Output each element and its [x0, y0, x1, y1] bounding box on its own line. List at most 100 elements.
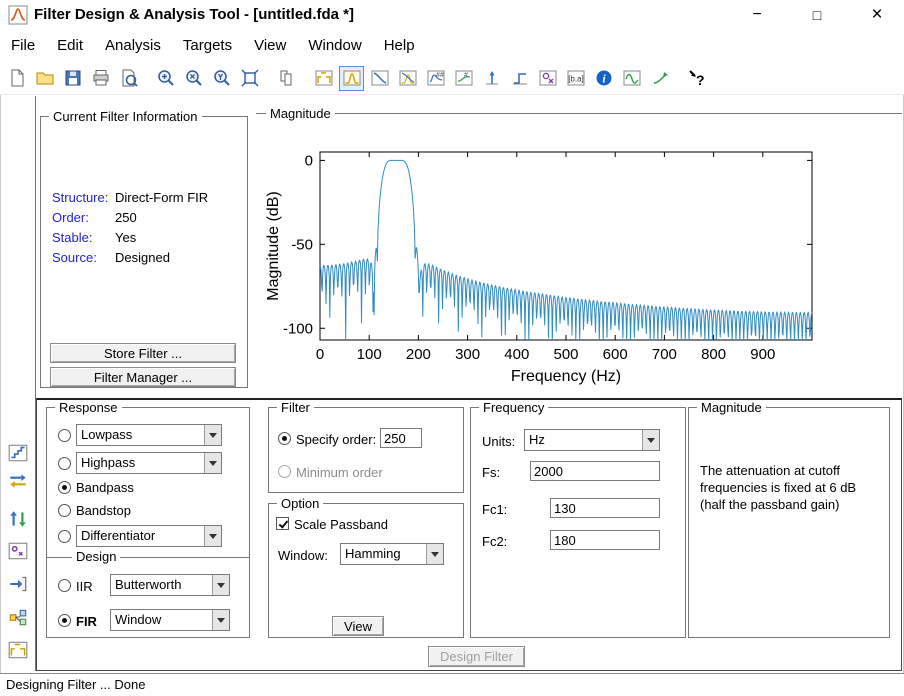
menu-edit[interactable]: Edit: [46, 30, 94, 62]
menu-file[interactable]: File: [0, 30, 46, 62]
fir-radio[interactable]: [58, 614, 71, 627]
menu-window[interactable]: Window: [297, 30, 372, 62]
close-button[interactable]: ×: [857, 0, 897, 30]
set-quantization-parameters-icon: [7, 442, 29, 464]
highpass-row: Highpass: [58, 452, 222, 474]
fc2-input[interactable]: [550, 530, 660, 550]
filter-info-row: Stable: Yes: [52, 230, 242, 250]
window-combo[interactable]: Hamming: [340, 543, 444, 565]
group-delay-response-button[interactable]: [423, 66, 448, 91]
filter-coefficients-button[interactable]: [563, 66, 588, 91]
toolbar-separator: [675, 66, 684, 91]
magnitude-response-icon: [342, 68, 362, 88]
copy-figure-button[interactable]: [274, 66, 299, 91]
menu-view[interactable]: View: [243, 30, 297, 62]
filter-info-label: Order:: [52, 210, 89, 225]
magnitude-response-button[interactable]: [339, 65, 364, 91]
print-icon: [91, 68, 111, 88]
print-preview-icon: [119, 68, 139, 88]
lowpass-radio[interactable]: [58, 428, 71, 442]
specify-order-radio[interactable]: [278, 432, 291, 445]
svg-text:500: 500: [553, 346, 578, 363]
zoom-x-button[interactable]: [181, 66, 206, 91]
impulse-response-icon: [482, 68, 502, 88]
highpass-type-combo[interactable]: Highpass: [76, 452, 222, 474]
maximize-button[interactable]: □: [797, 0, 837, 30]
filter-info-label: Stable:: [52, 230, 93, 245]
svg-text:800: 800: [701, 346, 726, 363]
units-combo[interactable]: Hz: [524, 429, 660, 451]
view-button[interactable]: View: [332, 616, 384, 636]
filter-manager-button[interactable]: Filter Manager ...: [50, 367, 236, 387]
pole-zero-editor-button[interactable]: [5, 538, 31, 564]
save-session-button[interactable]: [60, 66, 85, 91]
menu-targets[interactable]: Targets: [172, 30, 243, 62]
create-multirate-filter-button[interactable]: [5, 506, 31, 532]
new-session-icon: [7, 68, 27, 88]
highpass-radio[interactable]: [58, 456, 71, 470]
current-filter-info-title: Current Filter Information: [49, 109, 202, 124]
round-off-noise-spectrum-icon: [650, 68, 670, 88]
window-label: Window:: [278, 548, 328, 563]
magnitude-note-line: The attenuation at cutoff: [700, 463, 840, 478]
iir-label: IIR: [76, 579, 93, 594]
differentiator-type-combo[interactable]: Differentiator: [76, 525, 222, 547]
lowpass-type-combo[interactable]: Lowpass: [76, 424, 222, 446]
step-response-icon: [510, 68, 530, 88]
minimum-order-radio[interactable]: [278, 465, 291, 478]
design-filter-button[interactable]: [5, 637, 31, 663]
pole-zero-plot-button[interactable]: [535, 66, 560, 91]
filter-info-value: Yes: [115, 230, 137, 245]
plot-x-axis-label: Frequency (Hz): [510, 368, 622, 385]
zoom-x-icon: [184, 68, 204, 88]
menu-help[interactable]: Help: [373, 30, 426, 62]
fs-input[interactable]: [530, 461, 660, 481]
round-off-noise-spectrum-button[interactable]: [647, 66, 672, 91]
specify-order-input[interactable]: [380, 428, 422, 448]
transform-filter-icon: [7, 470, 29, 492]
print-button[interactable]: [88, 66, 113, 91]
filter-info-value: Direct-Form FIR: [115, 190, 209, 205]
title-bar: Filter Design & Analysis Tool - [untitle…: [0, 0, 904, 30]
filter-specifications-button[interactable]: [311, 66, 336, 91]
zoom-y-button[interactable]: [209, 66, 234, 91]
units-label: Units:: [482, 434, 516, 449]
fir-method-combo[interactable]: Window: [110, 609, 230, 631]
realize-model-button[interactable]: [5, 604, 31, 630]
transform-filter-button[interactable]: [5, 468, 31, 494]
fc1-input[interactable]: [550, 498, 660, 518]
phase-response-button[interactable]: [367, 66, 392, 91]
help-button[interactable]: [684, 66, 709, 91]
svg-text:900: 900: [750, 346, 775, 363]
store-filter-button[interactable]: Store Filter ...: [50, 343, 236, 363]
impulse-response-button[interactable]: [479, 66, 504, 91]
set-quantization-parameters-button[interactable]: [5, 440, 31, 466]
design-filter-button[interactable]: Design Filter: [428, 646, 525, 667]
iir-method-combo[interactable]: Butterworth: [110, 574, 230, 596]
import-filter-button[interactable]: [5, 571, 31, 597]
open-session-button[interactable]: [32, 66, 57, 91]
print-preview-button[interactable]: [116, 66, 141, 91]
minimize-button[interactable]: −: [737, 0, 777, 30]
differentiator-radio[interactable]: [58, 529, 71, 543]
menu-analysis[interactable]: Analysis: [94, 30, 172, 62]
chevron-down-icon: [204, 425, 221, 445]
create-multirate-filter-icon: [7, 508, 29, 530]
iir-radio[interactable]: [58, 579, 71, 592]
scale-passband-checkbox[interactable]: [276, 517, 289, 530]
magnitude-and-phase-responses-button[interactable]: [395, 66, 420, 91]
filter-information-button[interactable]: [591, 66, 616, 91]
filter-info-value: Designed: [115, 250, 170, 265]
magnitude-response-estimate-button[interactable]: [619, 66, 644, 91]
svg-text:-50: -50: [291, 236, 313, 253]
app-icon[interactable]: [8, 5, 28, 25]
full-view-button[interactable]: [237, 66, 262, 91]
zoom-in-button[interactable]: [153, 66, 178, 91]
bandstop-radio[interactable]: [58, 504, 71, 517]
step-response-button[interactable]: [507, 66, 532, 91]
bandpass-radio[interactable]: [58, 481, 71, 494]
svg-text:-100: -100: [283, 320, 313, 337]
new-session-button[interactable]: [4, 66, 29, 91]
filter-specifications-icon: [314, 68, 334, 88]
phase-delay-response-button[interactable]: [451, 66, 476, 91]
